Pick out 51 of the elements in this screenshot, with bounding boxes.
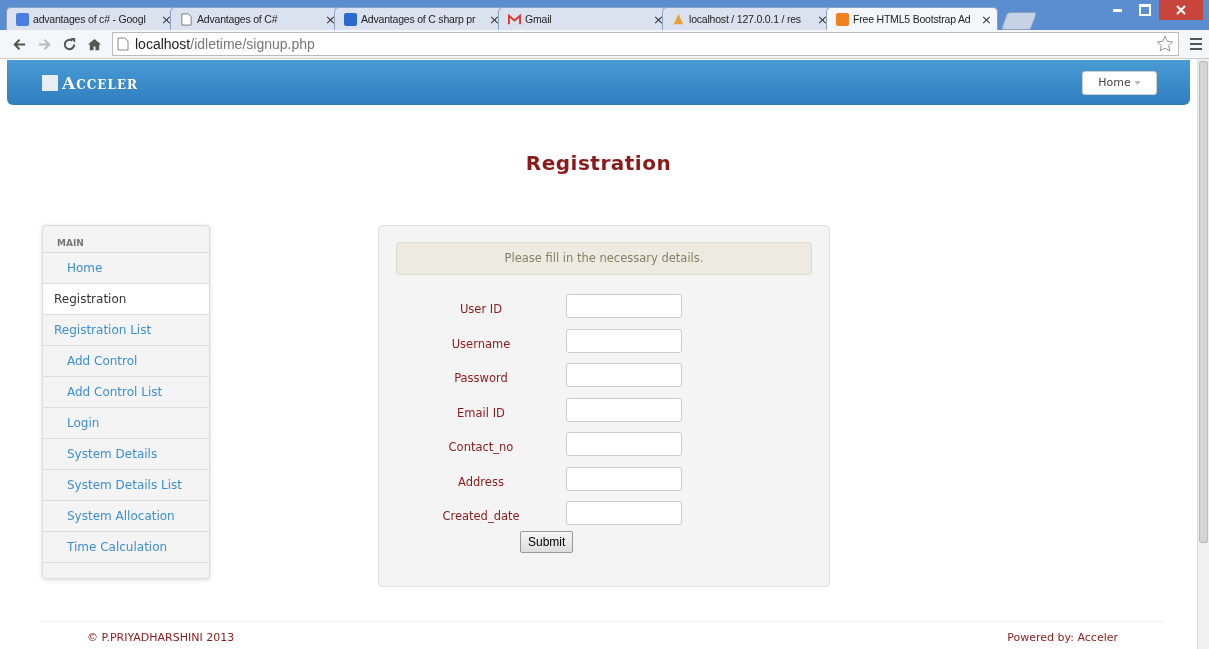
close-icon [1176, 5, 1186, 15]
menu-icon[interactable] [1189, 37, 1203, 51]
input-field[interactable] [566, 363, 682, 388]
input-field[interactable] [566, 432, 682, 457]
scrollbar[interactable] [1197, 59, 1209, 649]
input-field[interactable] [566, 501, 682, 526]
notice-message: Please fill in the necessary details. [396, 242, 812, 275]
close-icon[interactable]: × [325, 11, 336, 27]
caret-icon [1133, 80, 1141, 85]
field-label: Created_date [441, 508, 521, 524]
field-label: Email ID [456, 404, 506, 420]
site-logo-icon [344, 12, 357, 26]
sidebar-item[interactable]: Registration [43, 284, 209, 315]
url-text: localhost/idletime/signup.php [135, 36, 316, 52]
forward-arrow-icon[interactable] [37, 36, 52, 52]
browser-tab[interactable]: Free HTML5 Bootstrap Ad × [826, 7, 998, 30]
site-logo-icon [836, 12, 849, 26]
powered-by-text: Powered by: Acceler [1007, 631, 1118, 644]
envelope-icon [508, 12, 521, 26]
sidebar-heading: MAIN [43, 226, 209, 253]
field-label: Password [453, 370, 509, 386]
window-close-button[interactable] [1159, 0, 1203, 20]
copyright-text: © P.PRIYADHARSHINI 2013 [87, 631, 235, 644]
field-label: Contact_no [447, 439, 515, 455]
brand-name[interactable]: Acceler [62, 72, 138, 93]
logo-icon [42, 74, 58, 91]
close-icon[interactable]: × [653, 11, 664, 27]
back-arrow-icon[interactable] [12, 36, 27, 52]
page-icon [117, 37, 129, 51]
close-icon[interactable]: × [981, 11, 992, 27]
field-label: Username [450, 335, 512, 351]
site-logo-icon [16, 12, 29, 26]
page-icon [180, 12, 193, 26]
sail-icon [672, 12, 685, 26]
bookmark-star-icon[interactable] [1156, 35, 1174, 53]
input-field[interactable] [566, 328, 682, 353]
reload-icon[interactable] [62, 36, 77, 52]
address-bar[interactable]: localhost/idletime/signup.php [112, 32, 1179, 56]
close-icon[interactable]: × [161, 11, 172, 27]
close-icon[interactable]: × [489, 11, 500, 27]
page-title: Registration [524, 151, 673, 175]
input-field[interactable] [566, 294, 682, 319]
input-field[interactable] [566, 397, 682, 422]
new-tab-button[interactable] [1000, 12, 1038, 30]
close-icon[interactable]: × [817, 11, 828, 27]
submit-button[interactable]: Submit [520, 530, 574, 553]
field-label: User ID [458, 301, 504, 317]
input-field[interactable] [566, 466, 682, 491]
home-dropdown-button[interactable]: Home [1082, 70, 1157, 95]
field-label: Address [457, 473, 505, 489]
home-icon[interactable] [87, 36, 102, 52]
